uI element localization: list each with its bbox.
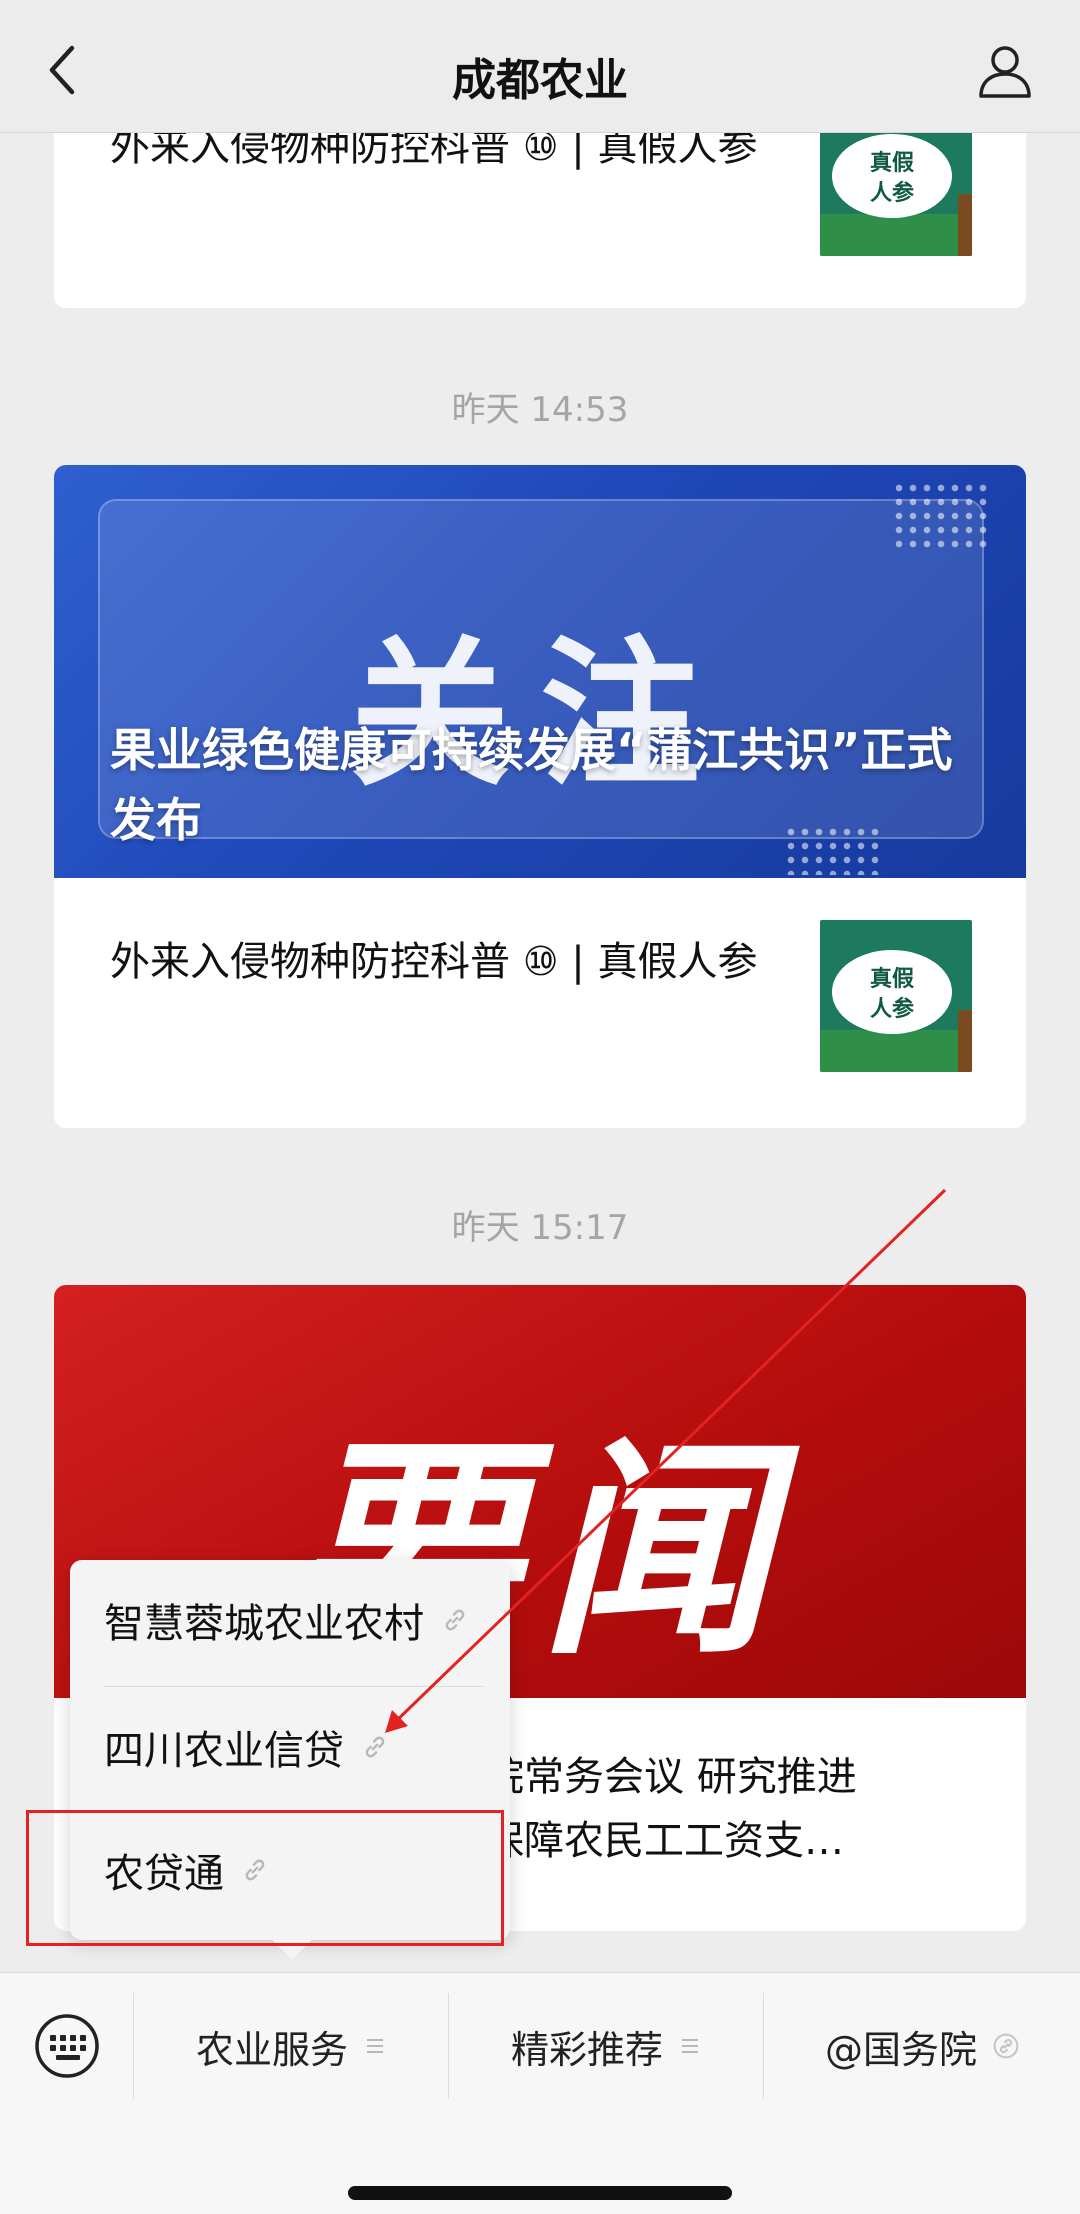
menu-state-council[interactable]: @国务院 <box>764 1993 1080 2099</box>
menu-recommend[interactable]: 精彩推荐 <box>449 1993 763 2099</box>
message-timestamp: 昨天 14:53 <box>451 390 629 430</box>
page-title: 成都农业 <box>452 55 628 106</box>
link-icon <box>993 2033 1019 2059</box>
submenu-item-sichuan-credit[interactable]: 四川农业信贷 <box>104 1687 484 1807</box>
thumb-text: 人参 <box>870 996 914 1022</box>
decor-dots <box>892 481 992 551</box>
thumb-text: 人参 <box>870 180 914 206</box>
submenu-item-label: 四川农业信贷 <box>104 1728 344 1774</box>
navigation-bar: 成都农业 <box>0 0 1080 133</box>
menu-agri-service[interactable]: 农业服务 <box>134 1993 448 2099</box>
cover-image[interactable]: 关注 果业绿色健康可持续发展“蒲江共识”正式发布 <box>54 465 1026 878</box>
submenu-item-label: 智慧蓉城农业农村 <box>104 1601 424 1647</box>
link-icon <box>365 1736 385 1758</box>
menu-label: 农业服务 <box>195 2027 348 2072</box>
article-title-line[interactable]: 保障农民工工资支… <box>484 1809 1004 1873</box>
menu-lines-icon <box>367 2039 383 2053</box>
article-title-line[interactable]: 院常务会议 研究推进 <box>484 1745 1004 1809</box>
profile-icon[interactable] <box>975 40 1035 100</box>
keyboard-icon[interactable] <box>34 2013 100 2079</box>
bottom-menu-bar: 农业服务 精彩推荐 @国务院 <box>0 1972 1080 2214</box>
cover-headline[interactable]: 果业绿色健康可持续发展“蒲江共识”正式发布 <box>110 715 990 855</box>
home-indicator[interactable] <box>348 2186 732 2200</box>
menu-lines-icon <box>682 2039 698 2053</box>
highlight-box <box>26 1810 504 1946</box>
article-title[interactable]: 外来入侵物种防控科普 ⑩ | 真假人参 <box>110 930 810 994</box>
link-icon <box>445 1609 465 1631</box>
message-timestamp: 昨天 15:17 <box>451 1208 629 1248</box>
article-thumbnail[interactable]: 真假 人参 <box>820 920 972 1072</box>
menu-label: @国务院 <box>824 2027 977 2072</box>
thumb-text: 真假 <box>870 966 914 992</box>
thumb-text: 真假 <box>870 150 914 176</box>
menu-label: 精彩推荐 <box>510 2027 663 2072</box>
article-card[interactable]: 关注 果业绿色健康可持续发展“蒲江共识”正式发布 外来入侵物种防控科普 ⑩ | … <box>54 465 1026 1128</box>
submenu-item-smart-rongcheng[interactable]: 智慧蓉城农业农村 <box>104 1560 484 1680</box>
